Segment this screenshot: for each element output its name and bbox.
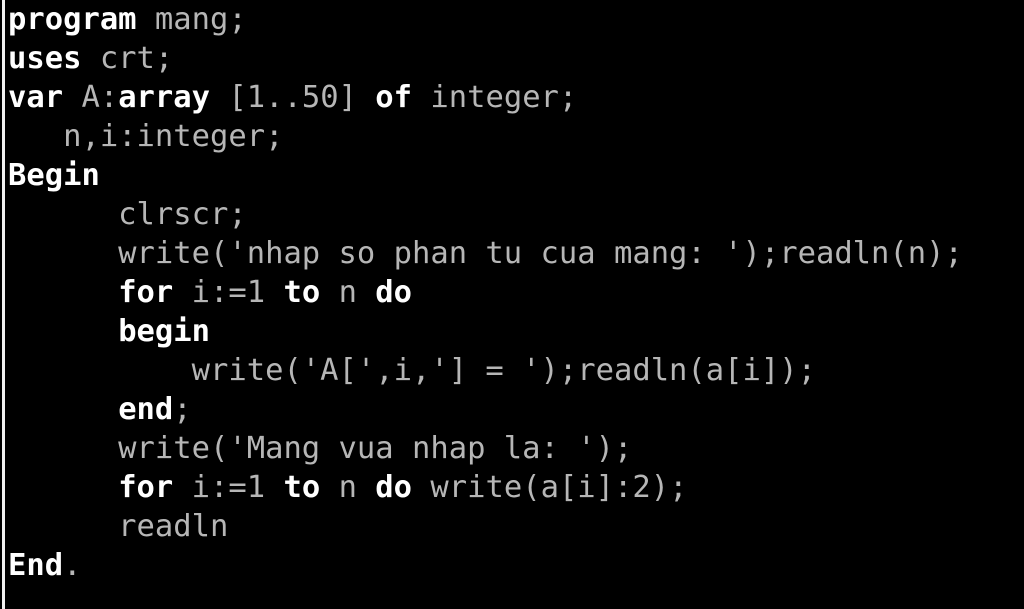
code-token: n [320,470,376,505]
code-token: integer; [412,80,578,115]
code-keyword: program [8,2,137,37]
code-line[interactable]: write('A[',i,'] = ');readln(a[i]); [8,351,1024,390]
code-token: mang; [136,2,247,37]
code-keyword: for [118,470,174,505]
code-line[interactable]: readln [8,507,1024,546]
code-keyword: to [283,470,321,505]
code-keyword: array [118,80,211,115]
code-keyword: for [118,275,174,310]
code-line[interactable]: write('nhap so phan tu cua mang: ');read… [8,234,1024,273]
code-keyword: End [8,548,64,583]
code-token: crt; [81,41,174,76]
code-line[interactable]: for i:=1 to n do write(a[i]:2); [8,468,1024,507]
code-line[interactable]: uses crt; [8,39,1024,78]
code-keyword: do [375,470,413,505]
code-line[interactable]: program mang; [8,0,1024,39]
code-token: write('nhap so phan tu cua mang: ');read… [8,236,963,271]
code-line[interactable]: for i:=1 to n do [8,273,1024,312]
code-token: n,i:integer; [8,119,284,154]
code-token: A: [63,80,119,115]
code-keyword: begin [118,314,211,349]
code-keyword: var [8,80,64,115]
code-line[interactable]: clrscr; [8,195,1024,234]
code-keyword: of [375,80,413,115]
code-token: n [320,275,376,310]
code-token: ; [173,392,192,427]
editor-left-margin-rule [2,0,5,609]
code-keyword: end [118,392,174,427]
code-token: write(a[i]:2); [412,470,688,505]
code-token: [1..50] [210,80,376,115]
code-token: write('Mang vua nhap la: '); [8,431,633,466]
code-token: readln [8,509,229,544]
code-token: . [63,548,82,583]
code-token: clrscr; [8,197,247,232]
code-token: i:=1 [173,470,284,505]
code-token: i:=1 [173,275,284,310]
code-line[interactable]: var A:array [1..50] of integer; [8,78,1024,117]
code-keyword: do [375,275,413,310]
code-line[interactable]: Begin [8,156,1024,195]
code-keyword: to [283,275,321,310]
code-editor-screen: program mang; uses crt; var A:array [1..50… [0,0,1024,609]
code-line[interactable]: end; [8,390,1024,429]
code-line[interactable]: begin [8,312,1024,351]
code-line[interactable]: End. [8,546,1024,585]
source-code-area[interactable]: program mang; uses crt; var A:array [1..50… [8,0,1024,609]
code-token: write('A[',i,'] = ');readln(a[i]); [8,353,816,388]
code-keyword: uses [8,41,82,76]
code-line[interactable]: write('Mang vua nhap la: '); [8,429,1024,468]
code-keyword: Begin [8,158,100,193]
code-line[interactable]: n,i:integer; [8,117,1024,156]
